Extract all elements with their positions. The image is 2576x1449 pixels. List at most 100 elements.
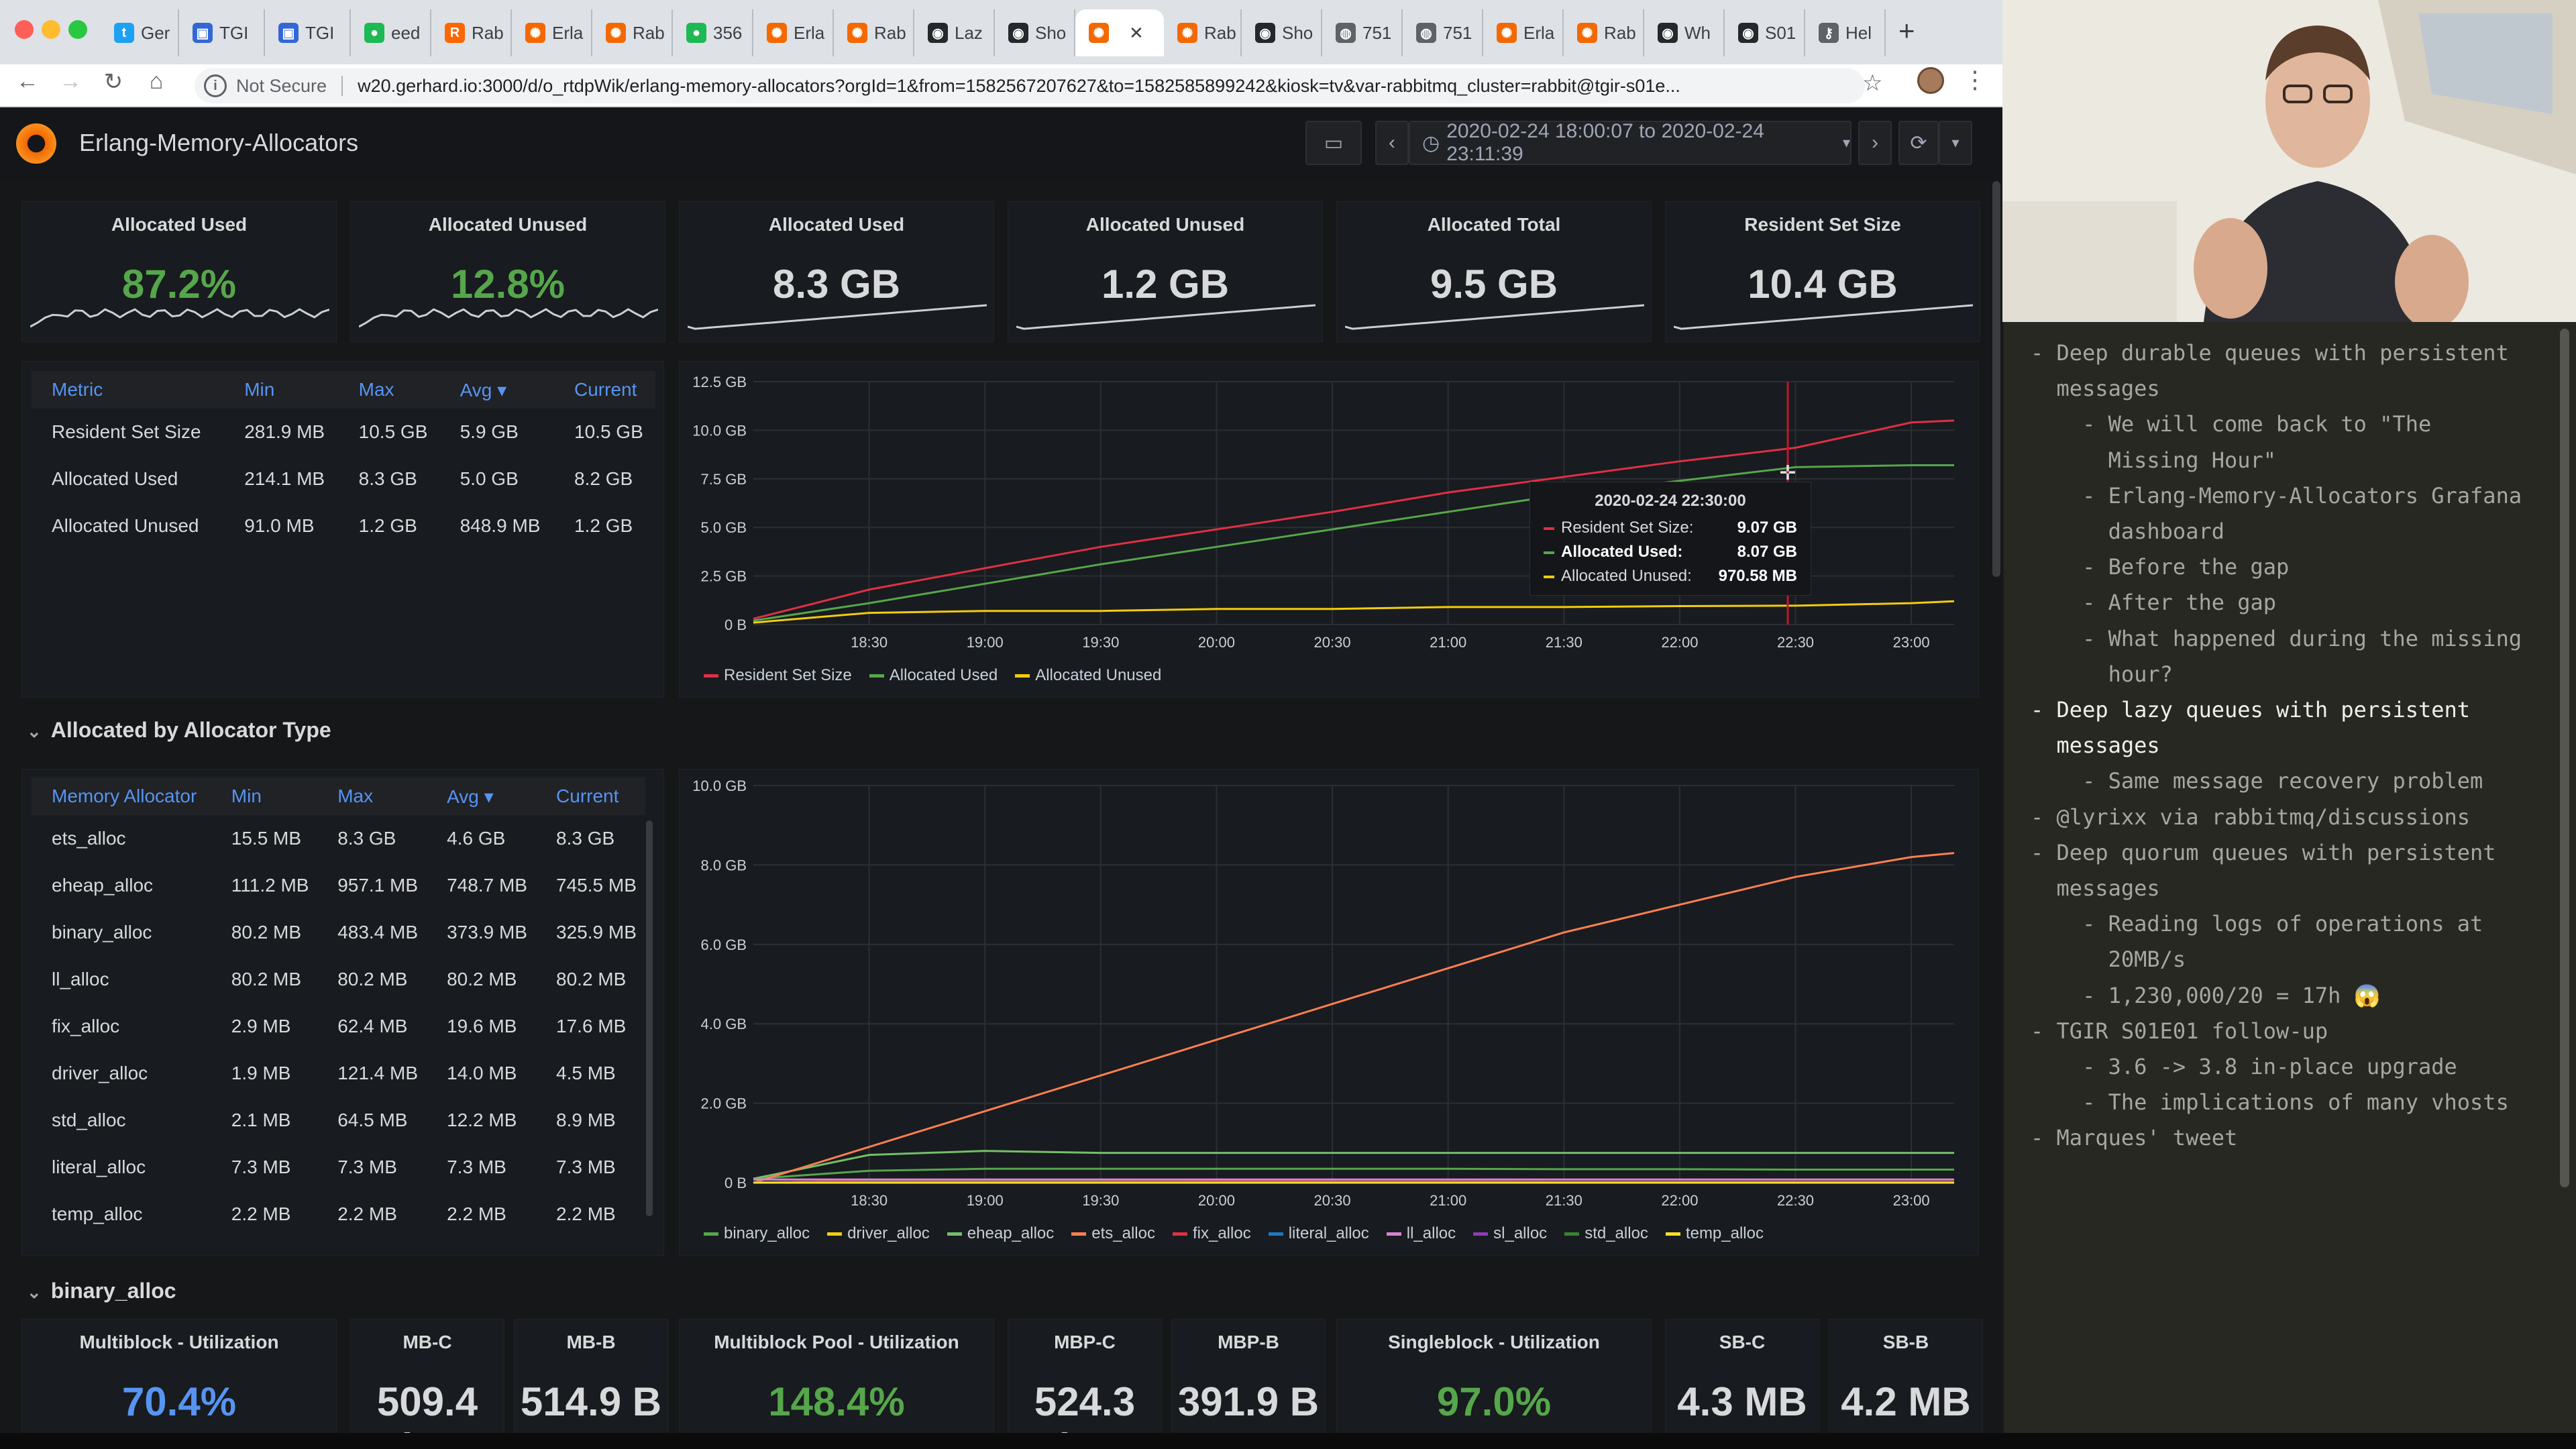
back-icon[interactable]: ←: [11, 68, 44, 95]
legend-item[interactable]: Allocated Unused: [1015, 666, 1161, 685]
legend-item[interactable]: Resident Set Size: [704, 666, 852, 685]
column-header[interactable]: Avg ▾: [427, 777, 537, 815]
info-icon[interactable]: i: [204, 74, 227, 97]
tab-4[interactable]: R Rab: [431, 9, 512, 56]
note-line[interactable]: - Reading logs of operations at: [2031, 906, 2483, 942]
note-line[interactable]: - Before the gap: [2031, 549, 2289, 585]
note-line[interactable]: - We will come back to "The: [2031, 407, 2431, 442]
column-header[interactable]: Avg ▾: [439, 371, 555, 409]
tab-19[interactable]: ◉ Wh: [1644, 9, 1725, 56]
legend-item[interactable]: Allocated Used: [869, 666, 998, 685]
tab-12[interactable]: ✺ ✕: [1075, 9, 1164, 56]
note-line[interactable]: - Deep quorum queues with persistent: [2031, 835, 2496, 871]
note-line[interactable]: 20MB/s: [2031, 942, 2186, 977]
note-line[interactable]: - After the gap: [2031, 585, 2276, 621]
section-allocated-by-type[interactable]: ⌄ Allocated by Allocator Type: [27, 718, 331, 743]
column-header[interactable]: Current: [554, 371, 655, 409]
time-range-picker[interactable]: ◷ 2020-02-24 18:00:07 to 2020-02-24 23:1…: [1409, 120, 1851, 165]
dashboard-title[interactable]: Erlang-Memory-Allocators: [79, 129, 358, 157]
tab-6[interactable]: ✺ Rab: [592, 9, 673, 56]
tab-14[interactable]: ◉ Sho: [1242, 9, 1322, 56]
note-line[interactable]: dashboard: [2031, 514, 2224, 549]
legend-item[interactable]: std_alloc: [1564, 1224, 1648, 1243]
tab-7[interactable]: ● 356: [673, 9, 753, 56]
tab-16[interactable]: ◍ 751: [1403, 9, 1483, 56]
new-tab-button[interactable]: +: [1898, 15, 1915, 47]
browser-menu-icon[interactable]: ⋮: [1963, 66, 1987, 94]
note-line[interactable]: - The implications of many vhosts: [2031, 1085, 2509, 1120]
tab-3[interactable]: ● eed: [351, 9, 431, 56]
column-header[interactable]: Memory Allocator: [32, 777, 211, 815]
tab-20[interactable]: ◉ S01: [1725, 9, 1805, 56]
note-line[interactable]: Missing Hour": [2031, 443, 2276, 478]
address-bar[interactable]: i Not Secure w20.gerhard.io:3000/d/o_rtd…: [195, 68, 1865, 103]
tab-11[interactable]: ◉ Sho: [995, 9, 1075, 56]
note-line[interactable]: hour?: [2031, 657, 2173, 692]
legend-item[interactable]: driver_alloc: [827, 1224, 930, 1243]
note-line[interactable]: - What happened during the missing: [2031, 621, 2522, 657]
legend-item[interactable]: fix_alloc: [1172, 1224, 1251, 1243]
note-line[interactable]: messages: [2031, 871, 2160, 906]
series-line-binary_alloc[interactable]: [753, 1167, 1954, 1180]
column-header[interactable]: Current: [536, 777, 645, 815]
note-line[interactable]: messages: [2031, 371, 2160, 407]
tab-1[interactable]: ▣ TGI: [179, 9, 265, 56]
close-window-icon[interactable]: [15, 20, 34, 39]
notes-editor[interactable]: - Deep durable queues with persistent me…: [2002, 322, 2576, 1449]
refresh-button[interactable]: ⟳: [1898, 121, 1939, 165]
tab-2[interactable]: ▣ TGI: [265, 9, 351, 56]
legend-item[interactable]: sl_alloc: [1473, 1224, 1547, 1243]
forward-icon[interactable]: →: [54, 68, 87, 95]
url-text[interactable]: w20.gerhard.io:3000/d/o_rtdpWik/erlang-m…: [358, 76, 1680, 97]
bookmark-star-icon[interactable]: ☆: [1862, 70, 1882, 97]
series-line-ets_alloc[interactable]: [753, 852, 1955, 1184]
time-forward-button[interactable]: ›: [1858, 121, 1892, 165]
close-tab-icon[interactable]: ✕: [1129, 23, 1144, 44]
legend-item[interactable]: ets_alloc: [1071, 1224, 1155, 1243]
series-line-eheap_alloc[interactable]: [753, 1150, 1954, 1180]
column-header[interactable]: Max: [317, 777, 427, 815]
tab-9[interactable]: ✺ Rab: [834, 9, 914, 56]
tab-10[interactable]: ◉ Laz: [914, 9, 995, 56]
tab-0[interactable]: t Ger: [101, 9, 179, 56]
tab-5[interactable]: ✺ Erla: [512, 9, 592, 56]
column-header[interactable]: Min: [224, 371, 339, 409]
tab-13[interactable]: ✺ Rab: [1164, 9, 1242, 56]
note-line[interactable]: - Deep lazy queues with persistent: [2031, 692, 2470, 728]
column-header[interactable]: Max: [338, 371, 440, 409]
note-line[interactable]: - Erlang-Memory-Allocators Grafana: [2031, 478, 2522, 514]
note-line[interactable]: messages: [2031, 728, 2160, 763]
tab-17[interactable]: ✺ Erla: [1483, 9, 1564, 56]
column-header[interactable]: Metric: [32, 371, 225, 409]
note-line[interactable]: - Marques' tweet: [2031, 1120, 2237, 1156]
tab-18[interactable]: ✺ Rab: [1564, 9, 1644, 56]
refresh-interval-button[interactable]: ▾: [1939, 121, 1972, 165]
legend-item[interactable]: temp_alloc: [1665, 1224, 1764, 1243]
page-scrollbar[interactable]: [1992, 181, 2000, 577]
legend-item[interactable]: binary_alloc: [704, 1224, 810, 1243]
note-line[interactable]: - Same message recovery problem: [2031, 763, 2483, 799]
legend-item[interactable]: ll_alloc: [1386, 1224, 1456, 1243]
column-header[interactable]: Min: [211, 777, 318, 815]
allocator-line-chart[interactable]: 0 B 2.0 GB 4.0 GB 6.0 GB 8.0 GB 10.0 GB 18:30 1…: [680, 769, 1980, 1256]
minimize-window-icon[interactable]: [42, 20, 60, 39]
tab-8[interactable]: ✺ Erla: [753, 9, 834, 56]
table-scrollbar[interactable]: [646, 820, 653, 1216]
note-line[interactable]: - TGIR S01E01 follow-up: [2031, 1014, 2328, 1049]
tab-21[interactable]: ⚷ Hel: [1805, 9, 1886, 56]
legend-item[interactable]: eheap_alloc: [947, 1224, 1054, 1243]
legend-item[interactable]: literal_alloc: [1268, 1224, 1369, 1243]
tab-15[interactable]: ◍ 751: [1322, 9, 1403, 56]
home-icon[interactable]: ⌂: [140, 68, 173, 95]
time-back-button[interactable]: ‹: [1375, 121, 1409, 165]
note-line[interactable]: - @lyrixx via rabbitmq/discussions: [2031, 800, 2470, 835]
maximize-window-icon[interactable]: [68, 20, 87, 39]
reload-icon[interactable]: ↻: [97, 68, 130, 95]
note-line[interactable]: - 1,230,000/20 = 17h 😱: [2031, 978, 2380, 1014]
tv-mode-button[interactable]: ▭: [1305, 121, 1362, 165]
section-binary-alloc[interactable]: ⌄ binary_alloc: [27, 1279, 176, 1303]
profile-avatar[interactable]: [1917, 67, 1944, 94]
notes-scrollbar[interactable]: [2560, 329, 2569, 1187]
note-line[interactable]: - Deep durable queues with persistent: [2031, 335, 2509, 371]
note-line[interactable]: - 3.6 -> 3.8 in-place upgrade: [2031, 1049, 2457, 1085]
